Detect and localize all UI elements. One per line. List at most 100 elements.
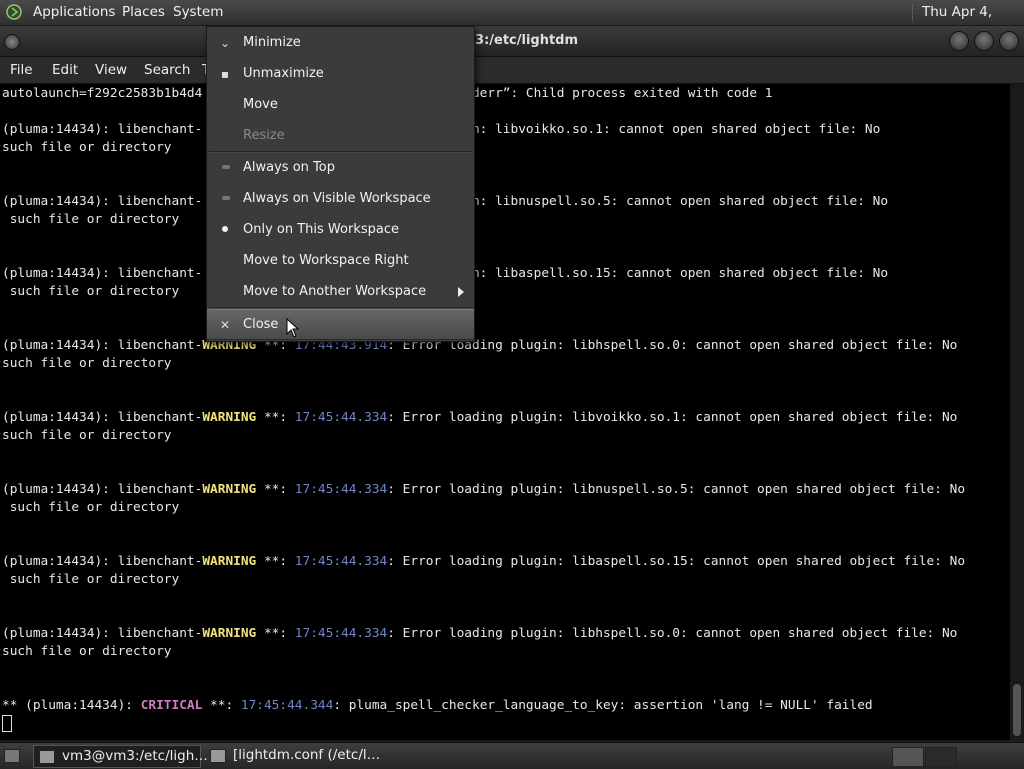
text-editor-icon	[210, 749, 226, 763]
terminal-text: : pluma_spell_checker_language_to_key: a…	[333, 698, 873, 713]
system-menu[interactable]: System	[173, 0, 223, 25]
workspace-1[interactable]	[892, 747, 924, 767]
menu-item-label: Always on Visible Workspace	[243, 191, 431, 206]
submenu-arrow-icon	[458, 287, 464, 297]
menu-item-always-on-top[interactable]: Always on Top	[207, 153, 474, 182]
menu-view[interactable]: View	[95, 57, 127, 83]
terminal-text: 17:45:44.334	[294, 626, 388, 641]
menu-item-move-to-another-workspace[interactable]: Move to Another Workspace	[207, 277, 474, 306]
terminal-text: (pluma:14434): libenchant-	[2, 626, 203, 641]
close-button[interactable]	[999, 31, 1019, 51]
menu-item-close[interactable]: ✕ Close	[207, 309, 474, 340]
menu-item-always-on-visible-workspace[interactable]: Always on Visible Workspace	[207, 184, 474, 213]
bottom-taskbar: vm3@vm3:/etc/ligh… [lightdm.conf (/etc/l…	[0, 742, 1024, 769]
terminal-line: (pluma:14434): libenchant- loading plugi…	[2, 193, 965, 211]
minimize-icon: ⌄	[219, 36, 231, 50]
taskbar-item-editor[interactable]: [lightdm.conf (/etc/l…	[205, 745, 385, 766]
radio-icon	[222, 196, 230, 200]
menu-item-unmaximize[interactable]: ▪ Unmaximize	[207, 59, 474, 88]
terminal-text: (pluma:14434): libenchant-	[2, 482, 203, 497]
scrollbar-thumb[interactable]	[1013, 684, 1021, 736]
unmaximize-icon: ▪	[220, 67, 230, 81]
radio-selected-icon	[222, 226, 228, 232]
terminal-line: ** (pluma:14434): CRITICAL **: 17:45:44.…	[2, 697, 965, 715]
window-context-menu: ⌄ Minimize ▪ Unmaximize Move Resize Alwa…	[206, 26, 475, 342]
terminal-text: such file or directory	[2, 572, 180, 587]
menu-item-move-to-workspace-right[interactable]: Move to Workspace Right	[207, 246, 474, 275]
menu-item-label: Unmaximize	[243, 66, 324, 81]
menu-item-label: Move to Workspace Right	[243, 253, 409, 268]
menu-item-resize: Resize	[207, 121, 474, 150]
terminal-output[interactable]: autolaunch=f292c2583b1b4d4 --close-stder…	[0, 84, 1010, 740]
terminal-text: **:	[202, 698, 241, 713]
terminal-scrollbar[interactable]	[1010, 84, 1024, 740]
terminal-menubar: File Edit View Search T	[0, 57, 1024, 84]
terminal-text: such file or directory	[2, 356, 172, 371]
menu-search[interactable]: Search	[144, 57, 190, 83]
menu-item-label: Resize	[243, 128, 285, 143]
terminal-line: (pluma:14434): libenchant-WARNING **: 17…	[2, 409, 965, 427]
terminal-text: autolaunch=f292c2583b1b4d4	[2, 86, 203, 101]
terminal-text: such file or directory	[2, 212, 180, 227]
terminal-line: (pluma:14434): libenchant-WARNING **: 17…	[2, 625, 965, 643]
terminal-line: such file or directory	[2, 571, 965, 589]
window-titlebar[interactable]: @vm3:/etc/lightdm	[0, 26, 1024, 57]
applications-menu[interactable]: Applications	[33, 0, 115, 25]
terminal-text: (pluma:14434): libenchant-	[2, 194, 203, 209]
menu-item-label: Move	[243, 97, 278, 112]
terminal-line	[2, 715, 965, 733]
terminal-text: **:	[256, 410, 295, 425]
terminal-text: 17:45:44.334	[294, 554, 388, 569]
terminal-line: (pluma:14434): libenchant-WARNING **: 17…	[2, 337, 965, 355]
mouse-pointer-icon	[286, 318, 300, 338]
terminal-text: : Error loading plugin: libaspell.so.15:…	[387, 554, 966, 569]
menu-item-only-on-this-workspace[interactable]: Only on This Workspace	[207, 215, 474, 244]
places-menu[interactable]: Places	[122, 0, 165, 25]
terminal-line: such file or directory	[2, 499, 965, 517]
workspace-2[interactable]	[925, 747, 957, 767]
terminal-text: **:	[256, 626, 295, 641]
terminal-text: CRITICAL	[140, 698, 203, 713]
terminal-text: : Error loading plugin: libnuspell.so.5:…	[387, 482, 966, 497]
minimize-button[interactable]	[949, 31, 969, 51]
terminal-line: (pluma:14434): libenchant-WARNING **: 17…	[2, 553, 965, 571]
window-menu-button[interactable]	[4, 34, 20, 50]
terminal-text: (pluma:14434): libenchant-	[2, 410, 203, 425]
menu-item-minimize[interactable]: ⌄ Minimize	[207, 28, 474, 57]
radio-icon	[222, 165, 230, 169]
menu-item-label: Close	[243, 317, 279, 332]
menu-item-move[interactable]: Move	[207, 90, 474, 119]
show-desktop-icon[interactable]	[4, 749, 20, 763]
terminal-line: such file or directory	[2, 139, 965, 157]
menu-edit[interactable]: Edit	[52, 57, 78, 83]
menu-item-label: Only on This Workspace	[243, 222, 399, 237]
terminal-line: (pluma:14434): libenchant- loading plugi…	[2, 121, 965, 139]
terminal-line: such file or directory	[2, 427, 965, 445]
terminal-text: such file or directory	[2, 284, 180, 299]
maximize-button[interactable]	[974, 31, 994, 51]
terminal-text: such file or directory	[2, 140, 172, 155]
terminal-text: such file or directory	[2, 644, 172, 659]
terminal-text: : Error loading plugin: libvoikko.so.1: …	[387, 410, 958, 425]
terminal-line: such file or directory	[2, 211, 965, 229]
menu-item-label: Minimize	[243, 35, 301, 50]
terminal-text: 17:45:44.334	[294, 482, 388, 497]
terminal-icon	[39, 750, 55, 764]
terminal-lines: autolaunch=f292c2583b1b4d4 --close-stder…	[2, 85, 965, 733]
terminal-text: 17:45:44.334	[294, 410, 388, 425]
terminal-line: autolaunch=f292c2583b1b4d4 --close-stder…	[2, 85, 965, 103]
mate-logo-icon[interactable]	[6, 4, 22, 20]
terminal-text: WARNING	[202, 554, 257, 569]
menu-file[interactable]: File	[10, 57, 33, 83]
taskbar-item-terminal[interactable]: vm3@vm3:/etc/ligh…	[33, 745, 208, 768]
terminal-text: such file or directory	[2, 428, 172, 443]
